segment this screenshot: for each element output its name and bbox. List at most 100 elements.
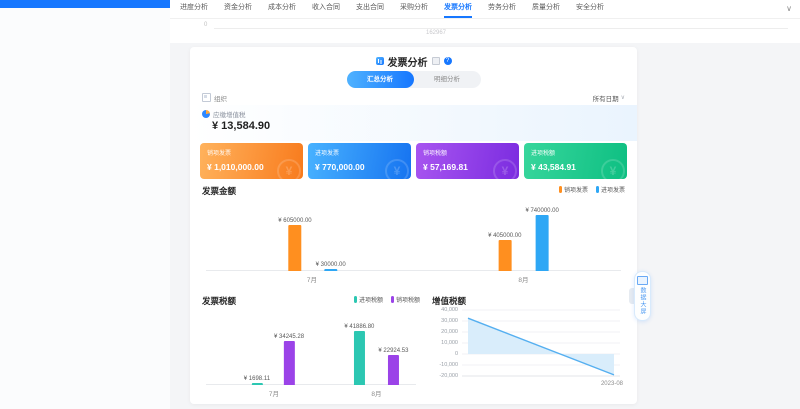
nav-tab-8[interactable]: 劳务分析: [488, 0, 516, 18]
nav-tab-7[interactable]: 发票分析: [444, 0, 472, 18]
filter-row: 组织 所有日期 ∨: [202, 92, 625, 103]
bar-value-label: ¥ 30000.00: [316, 262, 346, 268]
sidebar-top-strip: [0, 0, 186, 8]
nav-tab-6[interactable]: 采购分析: [400, 0, 428, 18]
nav-collapse-icon[interactable]: ∨: [786, 0, 792, 18]
bar-进项发票-8月[interactable]: [536, 215, 549, 271]
vat-amount-title: 增值税额: [432, 295, 466, 307]
bottom-charts-row: 发票税额 进项税额 销项税额 ¥ 1698.11¥ 34245: [202, 295, 625, 401]
vat-payable-band: 应缴增值税 ¥ 13,584.90: [190, 105, 637, 141]
legend-marker: [559, 186, 562, 193]
nav-tab-9[interactable]: 质量分析: [532, 0, 560, 18]
x-axis-tick: 7月: [307, 274, 317, 284]
bar-value-label: ¥ 41886.80: [344, 324, 374, 330]
kpi-card-4[interactable]: 进项税额¥ 43,584.91¥: [524, 143, 627, 179]
legend-item-output-invoice[interactable]: 销项发票: [559, 185, 588, 194]
invoice-analysis-card: 发票分析 ? 汇总分析 明细分析 组织 所有日期 ∨ 应缴增值税 ¥ 13,58…: [190, 47, 637, 404]
invoice-tax-section: 发票税额 进项税额 销项税额 ¥ 1698.11¥ 34245: [202, 295, 420, 401]
vat-payable-line: 应缴增值税: [202, 109, 246, 119]
bar-value-label: ¥ 605000.00: [278, 218, 311, 224]
bar-进项发票-7月[interactable]: [324, 269, 337, 271]
vat-line-plot: [462, 308, 620, 383]
y-axis-tick: 20,000: [441, 329, 458, 335]
remnant-axis-zero: 0: [204, 22, 207, 28]
bar-group-8月: ¥ 41886.80¥ 22924.538月: [344, 324, 408, 385]
sidebar-area: [0, 8, 170, 409]
bar-item: ¥ 30000.00: [316, 262, 346, 271]
coin-watermark-icon: ¥: [493, 159, 517, 179]
screen: 进度分析资金分析成本分析收入合同支出合同采购分析发票分析劳务分析质量分析安全分析…: [0, 0, 800, 409]
bar-group-7月: ¥ 1698.11¥ 34245.287月: [244, 334, 304, 385]
bar-item: ¥ 605000.00: [278, 218, 311, 271]
nav-tab-5[interactable]: 支出合同: [356, 0, 384, 18]
legend-label: 销项税额: [396, 295, 420, 304]
bar-item: ¥ 405000.00: [488, 233, 521, 271]
invoice-amount-title: 发票金额: [202, 185, 236, 197]
x-axis-tick: 8月: [371, 388, 381, 398]
legend-label: 销项发票: [564, 185, 588, 194]
invoice-amount-plot: ¥ 605000.00 ¥ 30000.00 7月 ¥ 405000.00 ¥ 7400…: [202, 199, 625, 285]
side-button-label: 数据大屏: [638, 287, 647, 315]
bar-销项税额-8月[interactable]: [388, 355, 399, 385]
top-navbar: 进度分析资金分析成本分析收入合同支出合同采购分析发票分析劳务分析质量分析安全分析…: [170, 0, 800, 19]
bar-进项税额-8月[interactable]: [354, 331, 365, 385]
vat-payable-value: ¥ 13,584.90: [212, 120, 270, 132]
invoice-tax-plot: ¥ 1698.11 ¥ 34245.28 7月 ¥ 41886.80 ¥ 22924.5…: [202, 309, 420, 399]
legend-label: 进项税额: [359, 295, 383, 304]
bar-value-label: ¥ 405000.00: [488, 233, 521, 239]
legend-item-input-tax[interactable]: 进项税额: [354, 295, 383, 304]
tab-detail-analysis[interactable]: 明细分析: [414, 71, 481, 88]
bar-销项发票-8月[interactable]: [498, 240, 511, 271]
nav-tab-3[interactable]: 成本分析: [268, 0, 296, 18]
coin-watermark-icon: ¥: [601, 159, 625, 179]
help-icon[interactable]: ?: [444, 57, 452, 65]
data-screen-side-button[interactable]: 数据大屏: [634, 271, 651, 321]
nav-tab-4[interactable]: 收入合同: [312, 0, 340, 18]
kpi-label: 进项税额: [531, 148, 620, 157]
invoice-tax-title: 发票税额: [202, 295, 236, 307]
chart-icon: [376, 57, 384, 65]
y-axis-tick: -20,000: [439, 373, 458, 379]
vat-x-axis-label: 2023-08: [601, 381, 623, 387]
org-icon: [202, 93, 211, 102]
bar-item: ¥ 22924.53: [378, 348, 408, 385]
remnant-axis-label: 162967: [426, 30, 446, 36]
bar-item: ¥ 34245.28: [274, 334, 304, 385]
x-axis-tick: 7月: [269, 388, 279, 398]
kpi-card-2[interactable]: 进项发票¥ 770,000.00¥: [308, 143, 411, 179]
y-axis-tick: 10,000: [441, 340, 458, 346]
nav-tab-1[interactable]: 进度分析: [180, 0, 208, 18]
analysis-mode-toggle: 汇总分析 明细分析: [347, 71, 481, 88]
copy-icon[interactable]: [432, 57, 440, 65]
nav-tab-10[interactable]: 安全分析: [576, 0, 604, 18]
nav-tabs: 进度分析资金分析成本分析收入合同支出合同采购分析发票分析劳务分析质量分析安全分析: [170, 0, 800, 18]
y-axis-tick: -10,000: [439, 362, 458, 368]
bar-item: ¥ 1698.11: [244, 376, 270, 385]
date-filter-dropdown[interactable]: 所有日期 ∨: [593, 93, 625, 103]
bar-group-8月: ¥ 405000.00¥ 740000.008月: [488, 208, 559, 271]
bar-销项税额-7月[interactable]: [284, 341, 295, 385]
date-filter-label: 所有日期: [593, 93, 619, 103]
y-axis-tick: 40,000: [441, 307, 458, 313]
bar-item: ¥ 41886.80: [344, 324, 374, 385]
bar-item: ¥ 740000.00: [525, 208, 558, 271]
kpi-label: 销项发票: [207, 148, 296, 157]
org-filter-label[interactable]: 组织: [214, 93, 227, 103]
bar-value-label: ¥ 34245.28: [274, 334, 304, 340]
invoice-amount-section: 发票金额 销项发票 进项发票 ¥ 605000.00¥ 30000.007月¥ …: [202, 185, 625, 289]
bar-group-7月: ¥ 605000.00¥ 30000.007月: [278, 218, 345, 271]
invoice-amount-legend: 销项发票 进项发票: [559, 185, 625, 194]
vat-payable-label: 应缴增值税: [213, 109, 246, 119]
bar-进项税额-7月[interactable]: [251, 383, 262, 385]
nav-tab-2[interactable]: 资金分析: [224, 0, 252, 18]
tab-summary-analysis[interactable]: 汇总分析: [347, 71, 414, 88]
remnant-axis-line: [214, 28, 788, 29]
legend-item-output-tax[interactable]: 销项税额: [391, 295, 420, 304]
bar-销项发票-7月[interactable]: [288, 225, 301, 271]
legend-item-input-invoice[interactable]: 进项发票: [596, 185, 625, 194]
kpi-card-1[interactable]: 销项发票¥ 1,010,000.00¥: [200, 143, 303, 179]
kpi-card-3[interactable]: 销项税额¥ 57,169.81¥: [416, 143, 519, 179]
monitor-icon: [637, 276, 648, 285]
title-row: 发票分析 ?: [190, 55, 637, 67]
page-title: 发票分析: [388, 54, 428, 69]
